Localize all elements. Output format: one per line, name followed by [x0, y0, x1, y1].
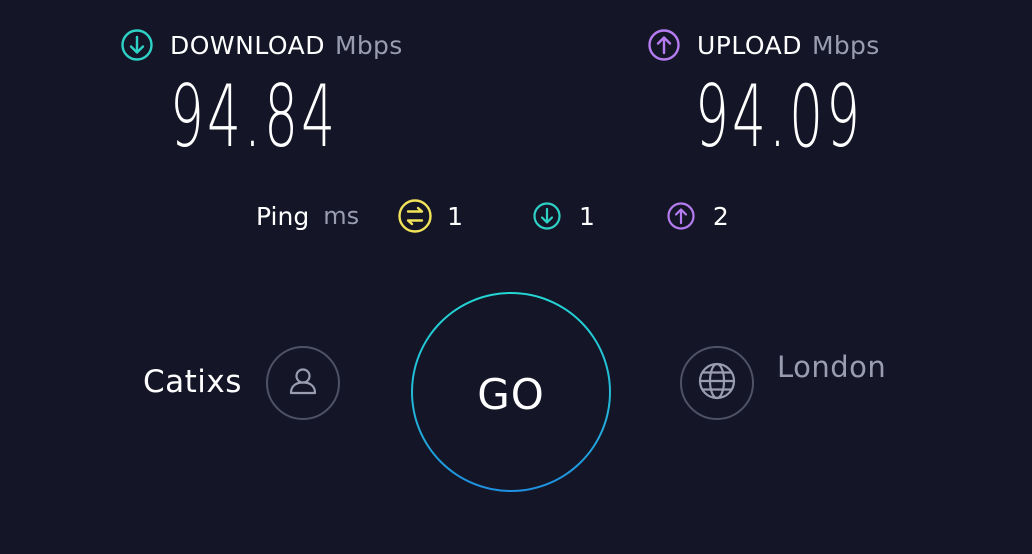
- ping-row: Ping ms 1 1 2: [256, 196, 729, 236]
- ping-label: Ping: [256, 201, 310, 231]
- globe-icon: [697, 361, 737, 405]
- download-header: DOWNLOAD Mbps: [120, 28, 480, 62]
- ping-idle-value: 1: [447, 201, 463, 231]
- upload-label: UPLOAD: [697, 30, 803, 60]
- server-name[interactable]: London: [777, 350, 886, 384]
- download-unit: Mbps: [334, 30, 403, 60]
- provider-name[interactable]: Catixs: [143, 364, 242, 400]
- arrow-down-circle-icon: [529, 198, 565, 234]
- ping-idle-icon: [397, 198, 433, 234]
- upload-result: UPLOAD Mbps 94.09: [647, 28, 987, 178]
- change-server-button[interactable]: [680, 346, 754, 420]
- ping-idle: 1: [397, 198, 463, 234]
- ping-unit: ms: [323, 202, 360, 230]
- go-button[interactable]: GO: [411, 292, 611, 492]
- user-icon: [283, 361, 323, 405]
- ping-download: 1: [529, 198, 595, 234]
- upload-speed-value: 94.09: [695, 67, 864, 167]
- upload-header: UPLOAD Mbps: [647, 28, 987, 62]
- arrow-up-circle-icon: [663, 198, 699, 234]
- download-result: DOWNLOAD Mbps 94.84: [120, 28, 480, 178]
- ping-upload-value: 2: [712, 201, 729, 231]
- download-label: DOWNLOAD: [170, 30, 325, 60]
- download-speed-value: 94.84: [170, 67, 339, 167]
- arrow-down-circle-icon: [120, 28, 154, 62]
- ping-download-value: 1: [578, 201, 595, 231]
- arrow-up-circle-icon: [647, 28, 681, 62]
- speedtest-panel: DOWNLOAD Mbps 94.84 UPLOAD Mbps 94.09 Pi…: [0, 0, 1032, 554]
- change-provider-button[interactable]: [266, 346, 340, 420]
- go-button-label: GO: [477, 369, 545, 419]
- upload-unit: Mbps: [812, 30, 880, 60]
- ping-upload: 2: [663, 198, 729, 234]
